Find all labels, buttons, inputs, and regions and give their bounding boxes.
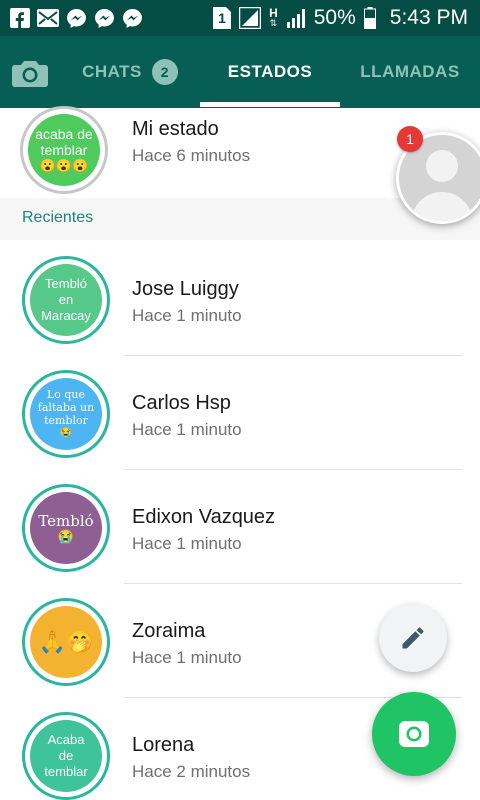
status-time: Hace 1 minuto [132,420,242,439]
sim-icon: 1 [213,7,232,29]
status-row[interactable]: Tembló 😭 Edixon Vazquez Hace 1 minuto [0,470,480,584]
status-row[interactable]: Tembló en Maracay Jose Luiggy Hace 1 min… [0,242,480,356]
status-thumb-emoji: 😭 [57,529,75,545]
contact-name: Jose Luiggy [132,278,239,300]
my-status-thumb-emoji: 😮😮😮 [39,158,89,173]
contact-name: Lorena [132,734,195,756]
battery-percent: 50% [313,6,356,29]
status-thumb-text: Lo que faltaba un temblor [37,388,95,427]
status-thumb-text: Tembló [38,511,94,530]
status-thumb-emoji: 🙏🤭 [38,629,94,654]
status-thumb-emoji: 😭 [59,428,73,439]
messenger-icon [66,8,87,29]
status-time: Hace 1 minuto [132,534,242,553]
contact-name: Carlos Hsp [132,392,231,414]
status-avatar[interactable]: Tembló 😭 [22,484,110,572]
status-thumbnail: 🙏🤭 [30,606,102,678]
messenger-icon [94,8,115,29]
my-status-time: Hace 6 minutos [132,146,251,165]
mail-icon [37,9,59,27]
tab-llamadas[interactable]: LLAMADAS [350,36,470,108]
contact-name: Edixon Vazquez [132,506,276,528]
camera-status-button[interactable] [372,692,456,776]
network-type-icon: H ⇅ [269,6,278,28]
text-status-button[interactable] [379,604,447,672]
tab-estados[interactable]: ESTADOS [200,36,340,108]
status-time: Hace 1 minuto [132,648,242,667]
status-time: Hace 1 minuto [132,306,242,325]
status-avatar[interactable]: Tembló en Maracay [22,256,110,344]
pencil-icon [402,627,424,649]
chats-unread-badge: 2 [151,59,178,85]
signal-icon [286,8,306,28]
tab-estados-label: ESTADOS [227,62,313,81]
status-avatar[interactable]: Acaba de temblar [22,712,110,800]
section-title: Recientes [22,209,94,226]
status-thumbnail: Tembló 😭 [30,492,102,564]
status-avatar[interactable]: Lo que faltaba un temblor 😭 [22,370,110,458]
status-time: Hace 2 minutos [132,762,251,781]
my-status-avatar[interactable]: acaba de temblar 😮😮😮 [20,106,108,194]
my-status-thumb-text: acaba de temblar [35,126,93,158]
status-bar: 1 H ⇅ 50% 5:43 PM [0,0,480,36]
clock: 5:43 PM [389,6,468,29]
status-thumbnail: Acaba de temblar [30,720,102,792]
contact-name: Zoraima [132,620,206,642]
network-label: H [269,6,278,20]
status-thumbnail: Tembló en Maracay [30,264,102,336]
tab-chats[interactable]: CHATS 2 [70,36,190,108]
facebook-icon [10,8,30,28]
tab-llamadas-label: LLAMADAS [360,62,460,81]
my-status-name: Mi estado [132,118,219,140]
camera-tab[interactable] [12,58,48,88]
my-status-thumbnail: acaba de temblar 😮😮😮 [28,114,100,186]
tab-bar: CHATS 2 ESTADOS LLAMADAS [0,36,480,108]
status-row[interactable]: Lo que faltaba un temblor 😭 Carlos Hsp H… [0,356,480,470]
camera-icon [399,721,429,747]
status-avatar[interactable]: 🙏🤭 [22,598,110,686]
status-thumb-text: Acaba de temblar [44,732,88,779]
signal-icon [239,7,262,29]
status-thumb-text: Tembló en Maracay [41,276,91,323]
status-thumbnail: Lo que faltaba un temblor 😭 [30,378,102,450]
battery-icon [363,7,376,29]
messenger-icon [122,8,143,29]
active-tab-indicator [200,102,340,107]
notification-badge: 1 [397,126,423,152]
sim-label: 1 [218,10,226,26]
camera-icon [12,61,48,87]
tab-chats-label: CHATS [82,62,142,81]
